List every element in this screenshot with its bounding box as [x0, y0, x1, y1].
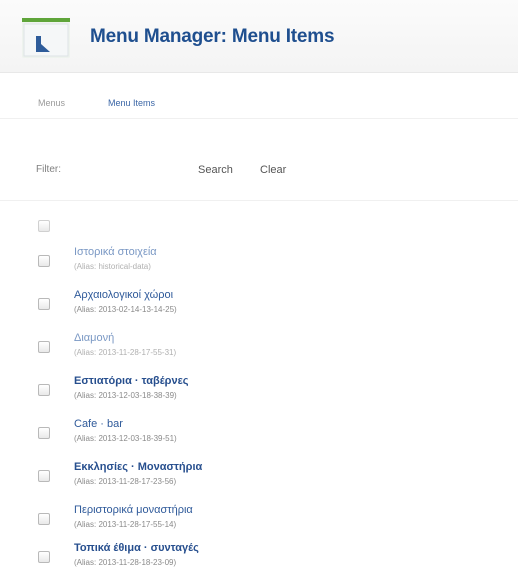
filter-label: Filter:: [36, 164, 61, 175]
item-alias: (Alias: historical-data): [74, 262, 151, 271]
list-item: Εστιατόρια · ταβέρνες (Alias: 2013-12-03…: [0, 369, 518, 412]
item-checkbox[interactable]: [38, 513, 50, 525]
item-title-link[interactable]: Τοπικά έθιμα · συνταγές: [74, 542, 199, 554]
item-title-link[interactable]: Εκκλησίες · Μοναστήρια: [74, 461, 202, 473]
tab-menu-items[interactable]: Menu Items: [108, 98, 155, 108]
list-item: Ιστορικά στοιχεία (Alias: historical-dat…: [0, 240, 518, 283]
filter-search-input[interactable]: [72, 158, 186, 180]
item-title-link[interactable]: Αρχαιολογικοί χώροι: [74, 289, 173, 301]
item-alias: (Alias: 2013-11-28-17-55-14): [74, 520, 177, 529]
menu-manager-icon: [22, 18, 70, 58]
item-checkbox[interactable]: [38, 470, 50, 482]
list-item: Cafe · bar (Alias: 2013-12-03-18-39-51): [0, 412, 518, 455]
search-button[interactable]: Search: [198, 164, 233, 176]
item-alias: (Alias: 2013-12-03-18-39-51): [74, 434, 177, 443]
submenu-tabs: Menus Menu Items: [0, 88, 518, 119]
list-item: Περιστορικά μοναστήρια (Alias: 2013-11-2…: [0, 498, 518, 541]
item-checkbox[interactable]: [38, 551, 50, 563]
select-all-checkbox[interactable]: [38, 220, 50, 232]
item-title-link[interactable]: Cafe · bar: [74, 418, 123, 430]
filter-bar: Filter: Search Clear: [0, 140, 518, 201]
item-checkbox[interactable]: [38, 298, 50, 310]
item-title-link[interactable]: Εστιατόρια · ταβέρνες: [74, 375, 189, 387]
item-title-link[interactable]: Ιστορικά στοιχεία: [74, 246, 157, 258]
clear-button[interactable]: Clear: [260, 164, 286, 176]
item-alias: (Alias: 2013-12-03-18-38-39): [74, 391, 177, 400]
item-checkbox[interactable]: [38, 384, 50, 396]
item-title-link[interactable]: Διαμονή: [74, 332, 114, 344]
list-item: Διαμονή (Alias: 2013-11-28-17-55-31): [0, 326, 518, 369]
item-checkbox[interactable]: [38, 341, 50, 353]
page-header: Menu Manager: Menu Items: [0, 0, 518, 73]
item-alias: (Alias: 2013-11-28-18-23-09): [74, 558, 177, 567]
item-title-link[interactable]: Περιστορικά μοναστήρια: [74, 504, 193, 516]
list-item: Αρχαιολογικοί χώροι (Alias: 2013-02-14-1…: [0, 283, 518, 326]
item-alias: (Alias: 2013-11-28-17-55-31): [74, 348, 177, 357]
item-alias: (Alias: 2013-11-28-17-23-56): [74, 477, 177, 486]
item-alias: (Alias: 2013-02-14-13-14-25): [74, 305, 177, 314]
item-checkbox[interactable]: [38, 255, 50, 267]
list-item: Εκκλησίες · Μοναστήρια (Alias: 2013-11-2…: [0, 455, 518, 498]
tab-menus[interactable]: Menus: [38, 98, 65, 108]
page-title: Menu Manager: Menu Items: [90, 26, 335, 47]
item-checkbox[interactable]: [38, 427, 50, 439]
